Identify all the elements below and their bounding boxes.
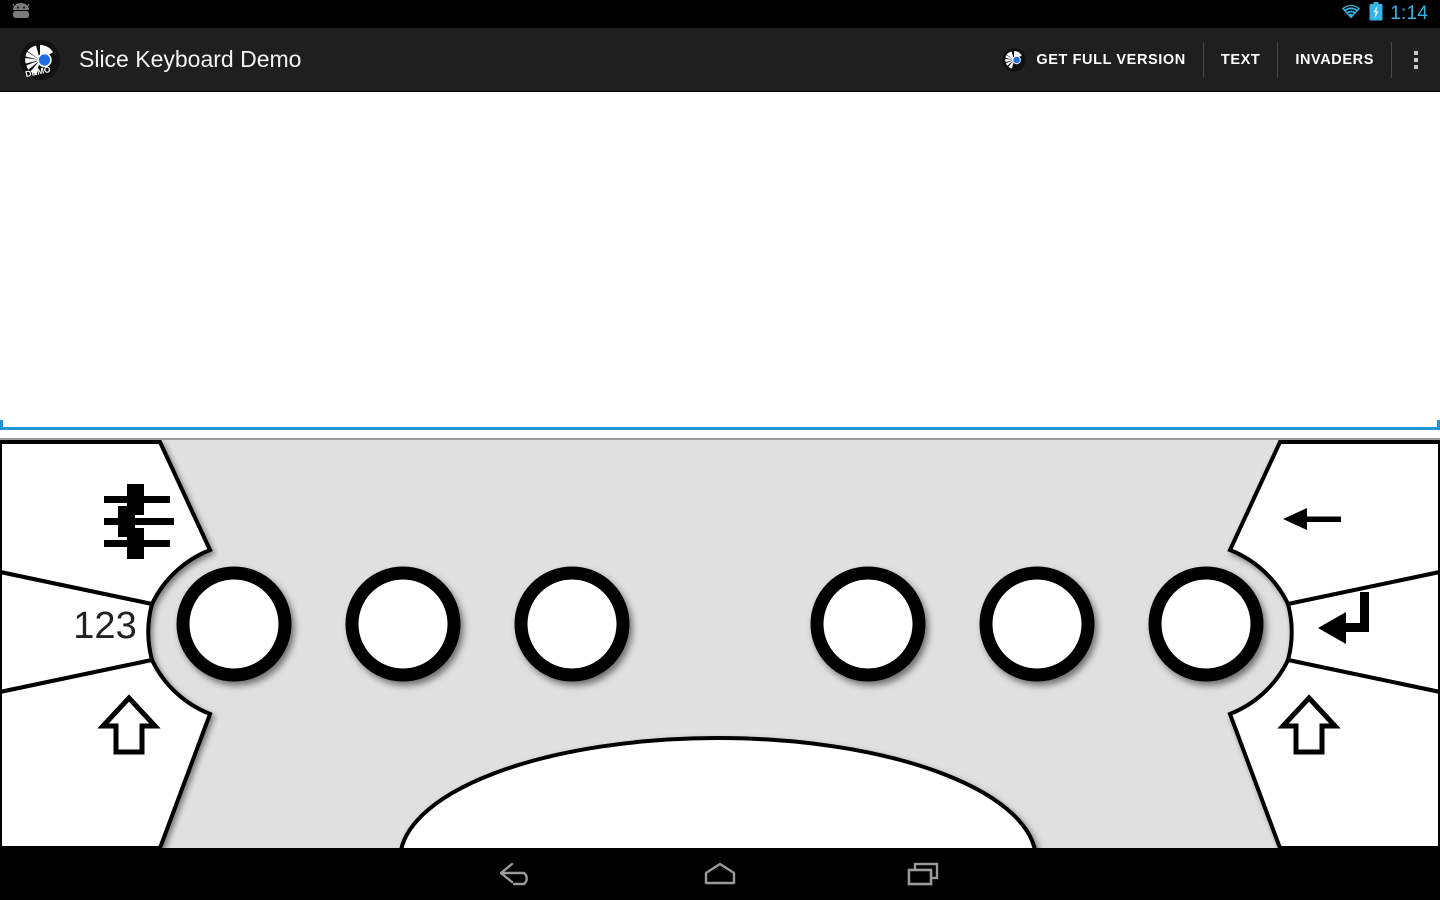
overflow-menu-icon[interactable] xyxy=(1392,38,1440,82)
circle-key-6[interactable] xyxy=(1148,566,1264,682)
wifi-icon xyxy=(1340,3,1362,25)
android-robot-icon xyxy=(10,2,32,26)
action-bar: DEMO Slice Keyboard Demo GET FULL VERSIO… xyxy=(0,28,1440,92)
numbers-key-label: 123 xyxy=(73,605,136,647)
invaders-button-label: INVADERS xyxy=(1295,51,1374,68)
circle-key-3[interactable] xyxy=(514,566,630,682)
navigation-bar xyxy=(0,848,1440,900)
text-input-underline xyxy=(0,420,1440,430)
get-full-version-label: GET FULL VERSION xyxy=(1036,51,1186,68)
page-title: Slice Keyboard Demo xyxy=(79,46,302,72)
slice-logo-icon xyxy=(1001,47,1027,73)
back-arrow-icon[interactable] xyxy=(484,852,548,896)
slice-keyboard: 123 xyxy=(0,438,1440,848)
circle-key-1[interactable] xyxy=(176,566,292,682)
text-button-label: TEXT xyxy=(1220,51,1261,68)
circle-key-5[interactable] xyxy=(979,566,1095,682)
text-button[interactable]: TEXT xyxy=(1204,38,1277,82)
text-input-field[interactable] xyxy=(8,98,1432,398)
battery-charging-icon xyxy=(1369,2,1383,26)
recents-icon[interactable] xyxy=(892,852,956,896)
get-full-version-button[interactable]: GET FULL VERSION xyxy=(984,38,1203,82)
slice-logo-icon[interactable]: DEMO xyxy=(18,38,62,82)
circle-key-2[interactable] xyxy=(345,566,461,682)
home-icon[interactable] xyxy=(688,852,752,896)
invaders-button[interactable]: INVADERS xyxy=(1278,38,1391,82)
status-bar-system-icons: 1:14 xyxy=(1340,2,1440,26)
content-area xyxy=(0,92,1440,438)
status-bar-clock: 1:14 xyxy=(1390,3,1428,24)
status-bar-notifications xyxy=(0,2,32,26)
status-bar: 1:14 xyxy=(0,0,1440,28)
circle-key-4[interactable] xyxy=(810,566,926,682)
action-bar-items: GET FULL VERSION TEXT INVADERS xyxy=(984,38,1440,82)
